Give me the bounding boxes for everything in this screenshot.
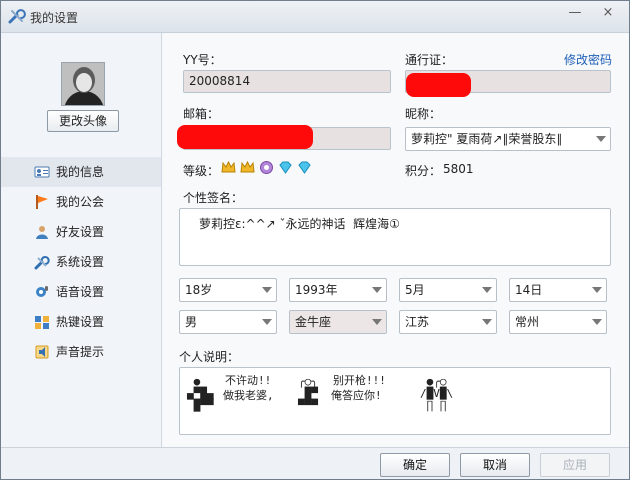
- sidebar-item-label: 我的公会: [56, 195, 105, 209]
- nickname-label: 昵称：: [405, 107, 442, 121]
- profile-form: YY号： 20008814 通行证： 修改密码 邮箱： 昵称： 萝莉控" 夏雨荷…: [163, 33, 629, 447]
- signature-input[interactable]: 萝莉控ε:^^↗ ˇ永远的神话 辉煌海①: [179, 208, 611, 266]
- nickname-select[interactable]: 萝莉控" 夏雨荷↗∥荣誉股东∥: [405, 127, 611, 151]
- crown-icon: [221, 160, 236, 173]
- sidebar-item-my-info[interactable]: 我的信息: [1, 157, 161, 187]
- close-button[interactable]: ×: [595, 4, 621, 22]
- intro-line2: 做我老婆,: [223, 389, 274, 402]
- stick-figure-art: ● ▄▀█▄ █▀▀: [187, 375, 214, 412]
- diamond-icon: [298, 161, 311, 174]
- signature-label: 个性签名：: [183, 191, 244, 205]
- voice-gear-icon: [36, 286, 48, 297]
- sidebar-item-label: 系统设置: [56, 255, 105, 269]
- minimize-button[interactable]: —: [562, 4, 588, 22]
- profile-card-icon: [34, 166, 50, 178]
- chevron-down-icon: [592, 319, 602, 325]
- intro-textarea[interactable]: ● ▄▀█▄ █▀▀ 不许动!! 做我老婆, ╭○╮ █▀ ▀▀▀ 别开枪!!!…: [179, 367, 611, 435]
- friends-icon: [36, 226, 48, 239]
- avatar: [61, 62, 105, 106]
- avatar-face-shape: [76, 73, 92, 92]
- zodiac-value: 金牛座: [295, 315, 332, 329]
- age-select[interactable]: 18岁: [179, 278, 277, 302]
- yy-label: YY号：: [183, 53, 222, 67]
- sidebar-item-hotkeys[interactable]: 热键设置: [1, 307, 161, 337]
- sound-alert-icon: [35, 345, 49, 359]
- chevron-down-icon: [372, 287, 382, 293]
- birth-year-select[interactable]: 1993年: [289, 278, 387, 302]
- intro-label: 个人说明：: [179, 350, 240, 364]
- hotkey-icon: [35, 316, 49, 329]
- change-avatar-button[interactable]: 更改头像: [47, 110, 119, 132]
- sidebar-item-label: 热键设置: [56, 315, 105, 329]
- chevron-down-icon: [262, 287, 272, 293]
- email-label: 邮箱：: [183, 107, 220, 121]
- settings-window: 我的设置 — × 更改头像 我的信息 我的公会 好友设置 系统设置 语音设置 热…: [0, 0, 630, 480]
- stick-figure-art: ●╭○ /█V█\ ∏ ∏: [420, 375, 454, 412]
- sidebar-item-label: 好友设置: [56, 225, 105, 239]
- chevron-down-icon: [482, 287, 492, 293]
- sidebar-item-system[interactable]: 系统设置: [1, 247, 161, 277]
- sidebar-item-sound-alerts[interactable]: 声音提示: [1, 337, 161, 367]
- birth-day-value: 14日: [515, 283, 543, 297]
- intro-line3: 别开枪!!!: [333, 374, 386, 387]
- chevron-down-icon: [482, 319, 492, 325]
- crown-icon: [240, 160, 255, 173]
- chevron-down-icon: [372, 319, 382, 325]
- stick-figure-art: ╭○╮ █▀ ▀▀▀: [298, 375, 318, 412]
- gender-select[interactable]: 男: [179, 310, 277, 334]
- sidebar-item-my-guild[interactable]: 我的公会: [1, 187, 161, 217]
- change-password-link[interactable]: 修改密码: [564, 51, 612, 68]
- sidebar-item-label: 语音设置: [56, 285, 105, 299]
- yy-number-field: 20008814: [183, 70, 391, 93]
- sidebar-item-label: 我的信息: [56, 165, 105, 179]
- settings-nav: 我的信息 我的公会 好友设置 系统设置 语音设置 热键设置 声音提示: [1, 157, 161, 367]
- zodiac-select: 金牛座: [289, 310, 387, 334]
- signature-text: 萝莉控ε:^^↗ ˇ永远的神话 辉煌海①: [199, 217, 400, 231]
- wrench-icon: [8, 9, 26, 24]
- birth-month-value: 5月: [405, 283, 425, 297]
- points-value: 5801: [443, 162, 474, 176]
- level-label: 等级：: [183, 164, 220, 178]
- sidebar: 更改头像 我的信息 我的公会 好友设置 系统设置 语音设置 热键设置 声音提示: [1, 33, 162, 447]
- intro-line4: 俺答应你!: [331, 389, 382, 402]
- flag-icon: [36, 195, 48, 209]
- apply-button: 应用: [540, 453, 610, 477]
- birth-day-select[interactable]: 14日: [509, 278, 607, 302]
- nickname-value: 萝莉控" 夏雨荷↗∥荣誉股东∥: [411, 132, 563, 146]
- city-value: 常州: [515, 315, 540, 329]
- age-value: 18岁: [185, 283, 213, 297]
- dialog-footer: 确定 取消 应用: [1, 447, 629, 479]
- province-select[interactable]: 江苏: [399, 310, 497, 334]
- sidebar-item-label: 声音提示: [56, 345, 105, 359]
- chevron-down-icon: [262, 319, 272, 325]
- ok-button[interactable]: 确定: [380, 453, 450, 477]
- cancel-button[interactable]: 取消: [460, 453, 530, 477]
- medal-icon: [260, 161, 273, 174]
- pass-label: 通行证：: [405, 53, 454, 67]
- title-bar: 我的设置 — ×: [1, 1, 629, 33]
- gender-value: 男: [185, 315, 198, 329]
- chevron-down-icon: [596, 136, 606, 142]
- chevron-down-icon: [592, 287, 602, 293]
- birth-year-value: 1993年: [295, 283, 338, 297]
- avatar-body-shape: [64, 91, 104, 105]
- points-label: 积分：: [405, 164, 442, 178]
- window-title: 我的设置: [30, 11, 79, 25]
- redaction-mark: [177, 125, 313, 149]
- sidebar-item-voice[interactable]: 语音设置: [1, 277, 161, 307]
- province-value: 江苏: [405, 315, 430, 329]
- city-select[interactable]: 常州: [509, 310, 607, 334]
- wrench-icon: [34, 256, 50, 270]
- sidebar-item-friends[interactable]: 好友设置: [1, 217, 161, 247]
- birth-month-select[interactable]: 5月: [399, 278, 497, 302]
- intro-line1: 不许动!!: [225, 374, 272, 387]
- diamond-icon: [279, 161, 292, 174]
- redaction-mark: [406, 73, 471, 97]
